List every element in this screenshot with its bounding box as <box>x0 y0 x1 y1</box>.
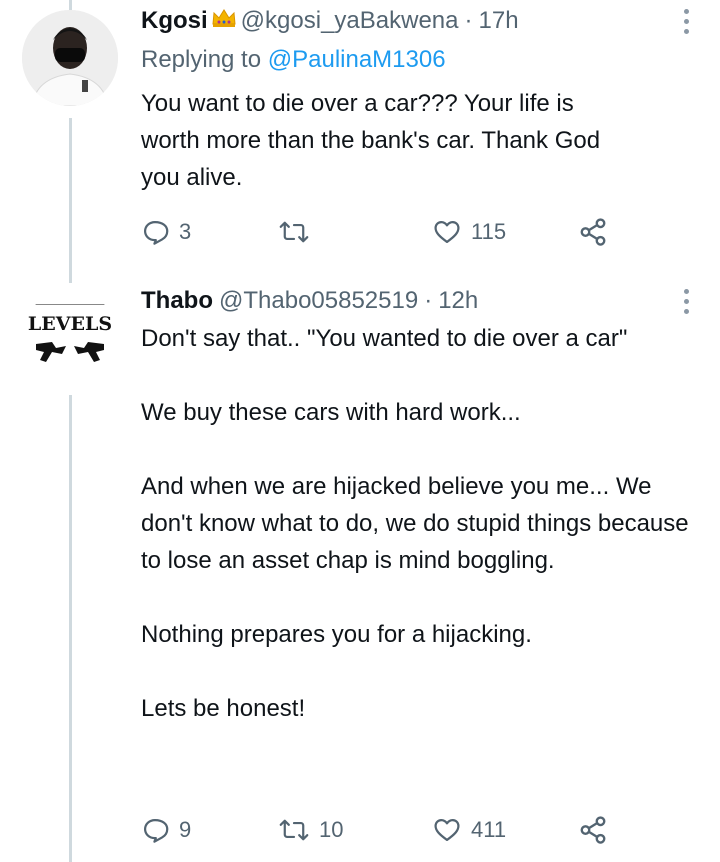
avatar-thabo-image: LEVELS <box>22 290 118 386</box>
thread-line-2 <box>69 395 72 862</box>
replying-to-link[interactable]: @PaulinaM1306 <box>268 46 446 73</box>
tweet-actions: 3 115 <box>141 212 611 252</box>
author-handle[interactable]: @kgosi_yaBakwena <box>241 7 459 35</box>
reply-button[interactable]: 9 <box>141 816 191 844</box>
retweet-count: 10 <box>319 817 344 842</box>
retweet-button[interactable] <box>279 218 319 246</box>
header-separator: · <box>424 287 433 314</box>
share-button[interactable] <box>578 217 608 247</box>
crown-emoji-icon <box>211 7 237 35</box>
tweet-text-line: You want to die over a car??? Your life … <box>141 90 574 117</box>
tweet-text: You want to die over a car??? Your life … <box>141 85 701 196</box>
author-name[interactable]: Thabo <box>141 287 213 315</box>
replying-prefix: Replying to <box>141 46 262 73</box>
tweet-paragraph: We buy these cars with hard work... <box>141 399 521 426</box>
heart-icon <box>434 818 460 842</box>
tweet-header: Thabo @Thabo05852519 · 12h <box>141 285 478 317</box>
header-separator: · <box>464 7 473 34</box>
like-button[interactable]: 411 <box>433 816 506 844</box>
share-icon <box>580 816 606 844</box>
share-button[interactable] <box>578 815 608 845</box>
tweet-text: Don't say that.. "You wanted to die over… <box>141 320 701 727</box>
reply-icon <box>143 220 169 245</box>
tweet-paragraph: Don't say that.. "You wanted to die over… <box>141 325 628 352</box>
reply-count: 9 <box>179 817 192 842</box>
avatar-kgosi-image <box>22 10 118 106</box>
reply-icon <box>143 818 169 843</box>
author-handle[interactable]: @Thabo05852519 <box>219 287 418 315</box>
like-count: 115 <box>471 219 507 244</box>
timestamp[interactable]: 12h <box>438 287 478 315</box>
avatar-kgosi[interactable] <box>22 10 118 106</box>
timestamp[interactable]: 17h <box>479 7 519 35</box>
retweet-icon <box>279 221 309 243</box>
avatar-thabo[interactable]: LEVELS <box>22 290 118 386</box>
avatar-text: LEVELS <box>28 313 112 335</box>
tweet-paragraph: Lets be honest! <box>141 695 306 722</box>
tweet-text-line: you alive. <box>141 164 243 191</box>
tweet-header: Kgosi @kgosi_yaBakwena · 17h <box>141 5 519 37</box>
share-icon <box>580 218 606 246</box>
like-button[interactable]: 115 <box>433 218 506 246</box>
more-vertical-icon[interactable] <box>684 9 690 34</box>
retweet-icon <box>279 819 309 841</box>
tweet-paragraph: Nothing prepares you for a hijacking. <box>141 621 532 648</box>
author-name[interactable]: Kgosi <box>141 7 208 35</box>
tweet-text-line: worth more than the bank's car. Thank Go… <box>141 127 601 154</box>
reply-button[interactable]: 3 <box>141 218 191 246</box>
more-vertical-icon[interactable] <box>684 289 690 314</box>
retweet-button[interactable]: 10 <box>279 816 343 844</box>
replying-to: Replying to @PaulinaM1306 <box>141 46 446 74</box>
tweet-actions: 9 10 411 <box>141 810 611 850</box>
thread-line-1 <box>69 118 72 283</box>
reply-count: 3 <box>179 219 192 244</box>
heart-icon <box>434 220 460 244</box>
tweet-paragraph: And when we are hijacked believe you me.… <box>141 473 689 574</box>
like-count: 411 <box>471 817 507 842</box>
